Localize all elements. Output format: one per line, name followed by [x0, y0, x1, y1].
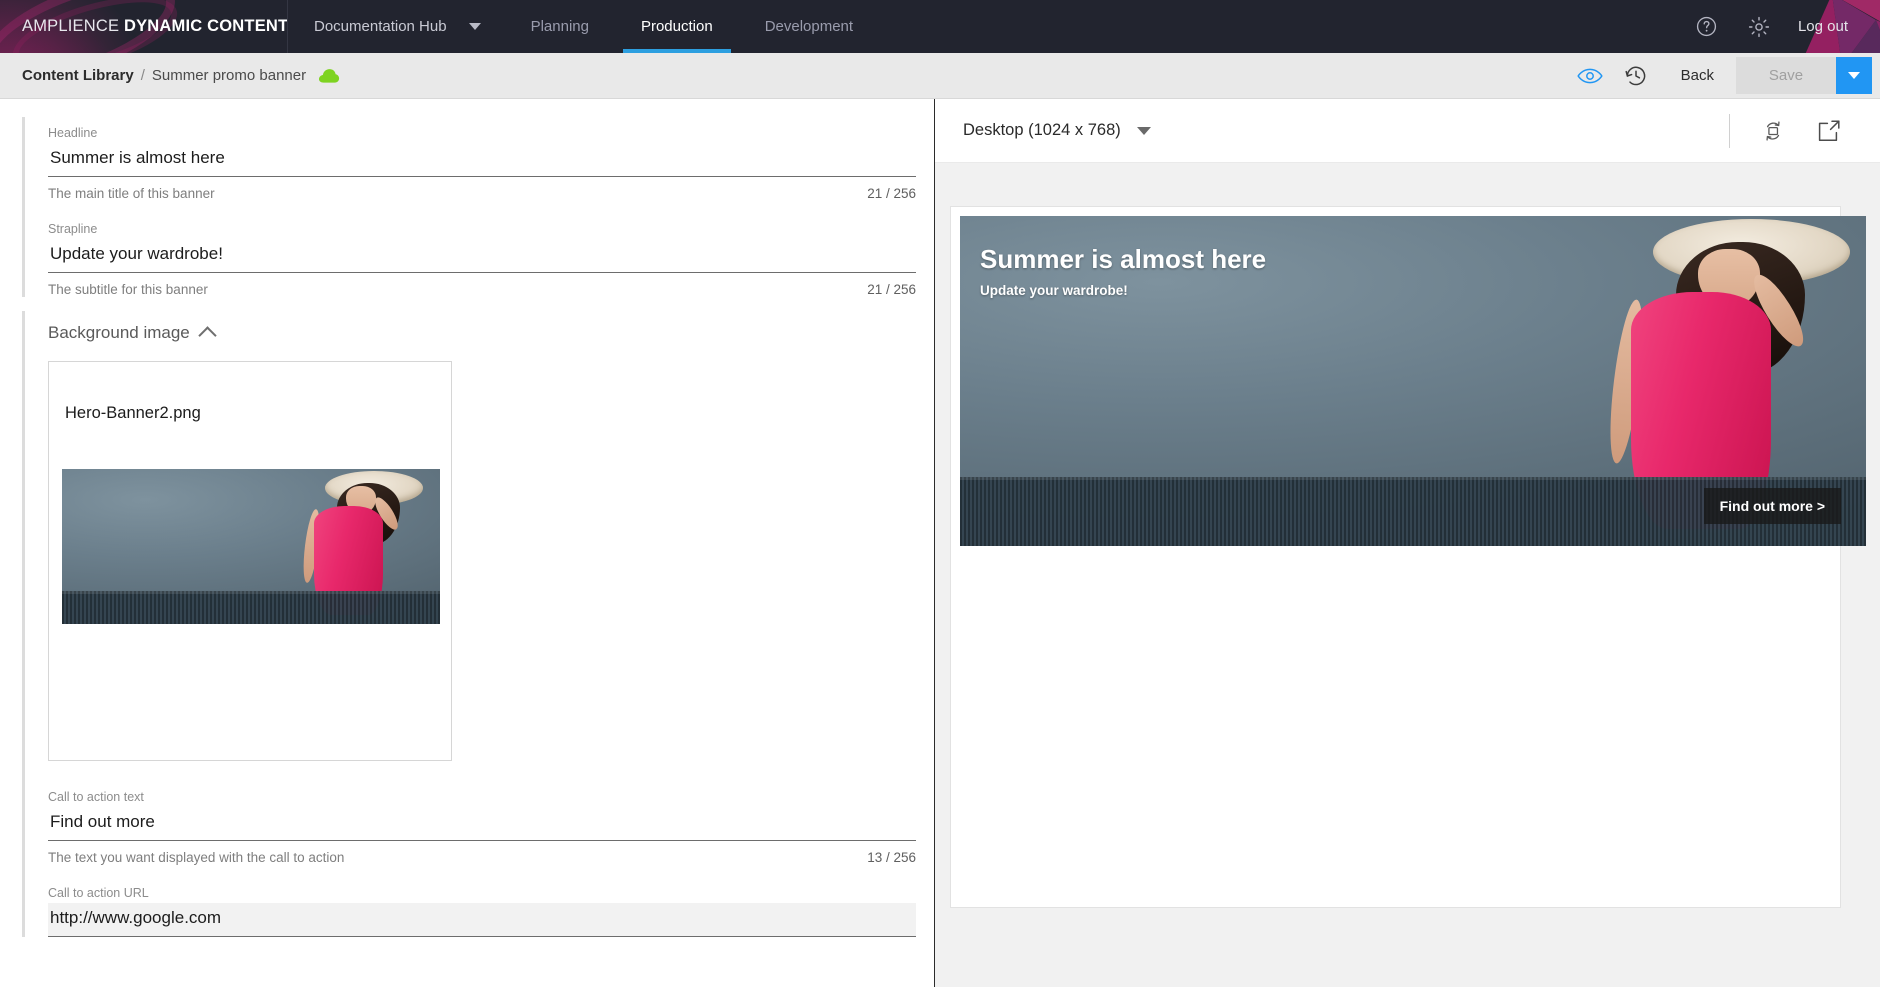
history-clock-icon[interactable] [1613, 53, 1659, 99]
banner-cta-button[interactable]: Find out more > [1703, 488, 1841, 524]
field-strapline-help: The subtitle for this banner [48, 282, 208, 297]
banner-headline: Summer is almost here [980, 244, 1267, 274]
banner-artwork [62, 469, 440, 624]
green-cloud-icon [318, 68, 340, 84]
chevron-down-icon [468, 23, 481, 30]
content-form-panel: Headline Summer is almost here The main … [0, 99, 935, 987]
brand-logo[interactable]: AMPLIENCE DYNAMIC CONTENT [0, 0, 288, 53]
field-cta-url-input[interactable]: http://www.google.com [48, 903, 916, 937]
section-background-image: Background image Hero-Banner2.png [0, 297, 934, 775]
breadcrumb-actions: Back Save [1567, 53, 1880, 98]
banner-strapline: Update your wardrobe! [980, 283, 1128, 298]
banner-preview: Summer is almost here Update your wardro… [960, 216, 1866, 546]
chevron-up-icon [198, 325, 217, 345]
top-nav-actions: Log out [1694, 0, 1880, 53]
breadcrumb-current-item: Summer promo banner [151, 67, 307, 84]
nav-tab-planning-label: Planning [530, 18, 589, 35]
preview-device-frame: Summer is almost here Update your wardro… [951, 207, 1866, 907]
nav-tab-development[interactable]: Development [739, 0, 879, 53]
section-background-image-header[interactable]: Background image [48, 323, 217, 345]
top-navigation-bar: AMPLIENCE DYNAMIC CONTENT Documentation … [0, 0, 1880, 53]
chevron-down-icon [1136, 126, 1151, 135]
field-headline-counter: 21 / 256 [867, 186, 916, 201]
chevron-down-icon [1848, 72, 1860, 79]
field-strapline-counter: 21 / 256 [867, 282, 916, 297]
logout-button[interactable]: Log out [1798, 18, 1848, 35]
nav-items: Documentation Hub Planning Production De… [288, 0, 879, 53]
nav-tab-production[interactable]: Production [615, 0, 739, 53]
toolbar-divider [1729, 113, 1730, 148]
field-accent-bar [22, 865, 25, 937]
save-button[interactable]: Save [1736, 57, 1836, 94]
preview-toolbar: Desktop (1024 x 768) [935, 99, 1880, 163]
field-strapline: Strapline Update your wardrobe! The subt… [0, 201, 934, 297]
preview-stage: Summer is almost here Update your wardro… [935, 163, 1880, 987]
preview-panel: Desktop (1024 x 768) Summer is almost he… [935, 99, 1880, 987]
rotate-device-icon[interactable] [1760, 118, 1786, 144]
field-accent-bar [22, 761, 25, 865]
nav-hub-dropdown-button[interactable] [453, 0, 505, 53]
field-strapline-input[interactable]: Update your wardrobe! [48, 239, 916, 273]
field-cta-text: Call to action text Find out more The te… [0, 761, 934, 865]
open-in-new-icon[interactable] [1816, 118, 1842, 144]
main-content-area: Headline Summer is almost here The main … [0, 99, 1880, 987]
nav-documentation-hub-label: Documentation Hub [314, 18, 447, 35]
field-accent-bar [22, 117, 25, 201]
field-headline-help: The main title of this banner [48, 186, 215, 201]
field-headline: Headline Summer is almost here The main … [0, 117, 934, 201]
brand-text-amplience: AMPLIENCE [22, 17, 120, 35]
field-strapline-label: Strapline [48, 222, 98, 236]
field-cta-url: Call to action URL http://www.google.com [0, 865, 934, 937]
field-cta-text-label: Call to action text [48, 790, 144, 804]
preview-toolbar-actions [1729, 113, 1880, 148]
breadcrumb-content-library[interactable]: Content Library [22, 67, 134, 84]
field-headline-label: Headline [48, 126, 98, 140]
back-button[interactable]: Back [1659, 67, 1736, 84]
breadcrumb-separator: / [140, 67, 145, 84]
nav-tab-planning[interactable]: Planning [505, 0, 615, 53]
background-image-thumbnail [62, 469, 440, 624]
device-selector[interactable]: Desktop (1024 x 768) [963, 121, 1151, 140]
nav-documentation-hub[interactable]: Documentation Hub [288, 0, 453, 53]
section-background-image-title: Background image [48, 323, 190, 342]
field-headline-input[interactable]: Summer is almost here [48, 143, 916, 177]
field-cta-text-help: The text you want displayed with the cal… [48, 850, 345, 865]
breadcrumb-bar: Content Library / Summer promo banner Ba… [0, 53, 1880, 99]
field-cta-url-label: Call to action URL [48, 886, 149, 900]
field-accent-bar [22, 201, 25, 297]
gear-icon[interactable] [1746, 14, 1772, 40]
nav-tab-production-label: Production [640, 18, 713, 35]
eye-icon[interactable] [1567, 53, 1613, 99]
device-selector-value: Desktop (1024 x 768) [963, 121, 1121, 139]
help-circle-icon[interactable] [1694, 14, 1720, 40]
save-dropdown-button[interactable] [1836, 57, 1872, 94]
field-accent-bar [22, 311, 25, 775]
background-image-card[interactable]: Hero-Banner2.png [48, 361, 452, 761]
nav-tab-development-label: Development [764, 18, 854, 35]
field-cta-text-input[interactable]: Find out more [48, 807, 916, 841]
brand-text-dynamic-content: DYNAMIC CONTENT [123, 17, 288, 35]
brand-text: AMPLIENCE DYNAMIC CONTENT [22, 17, 288, 36]
artwork-floor [62, 591, 440, 624]
field-cta-text-counter: 13 / 256 [867, 850, 916, 865]
background-image-filename: Hero-Banner2.png [65, 404, 201, 422]
